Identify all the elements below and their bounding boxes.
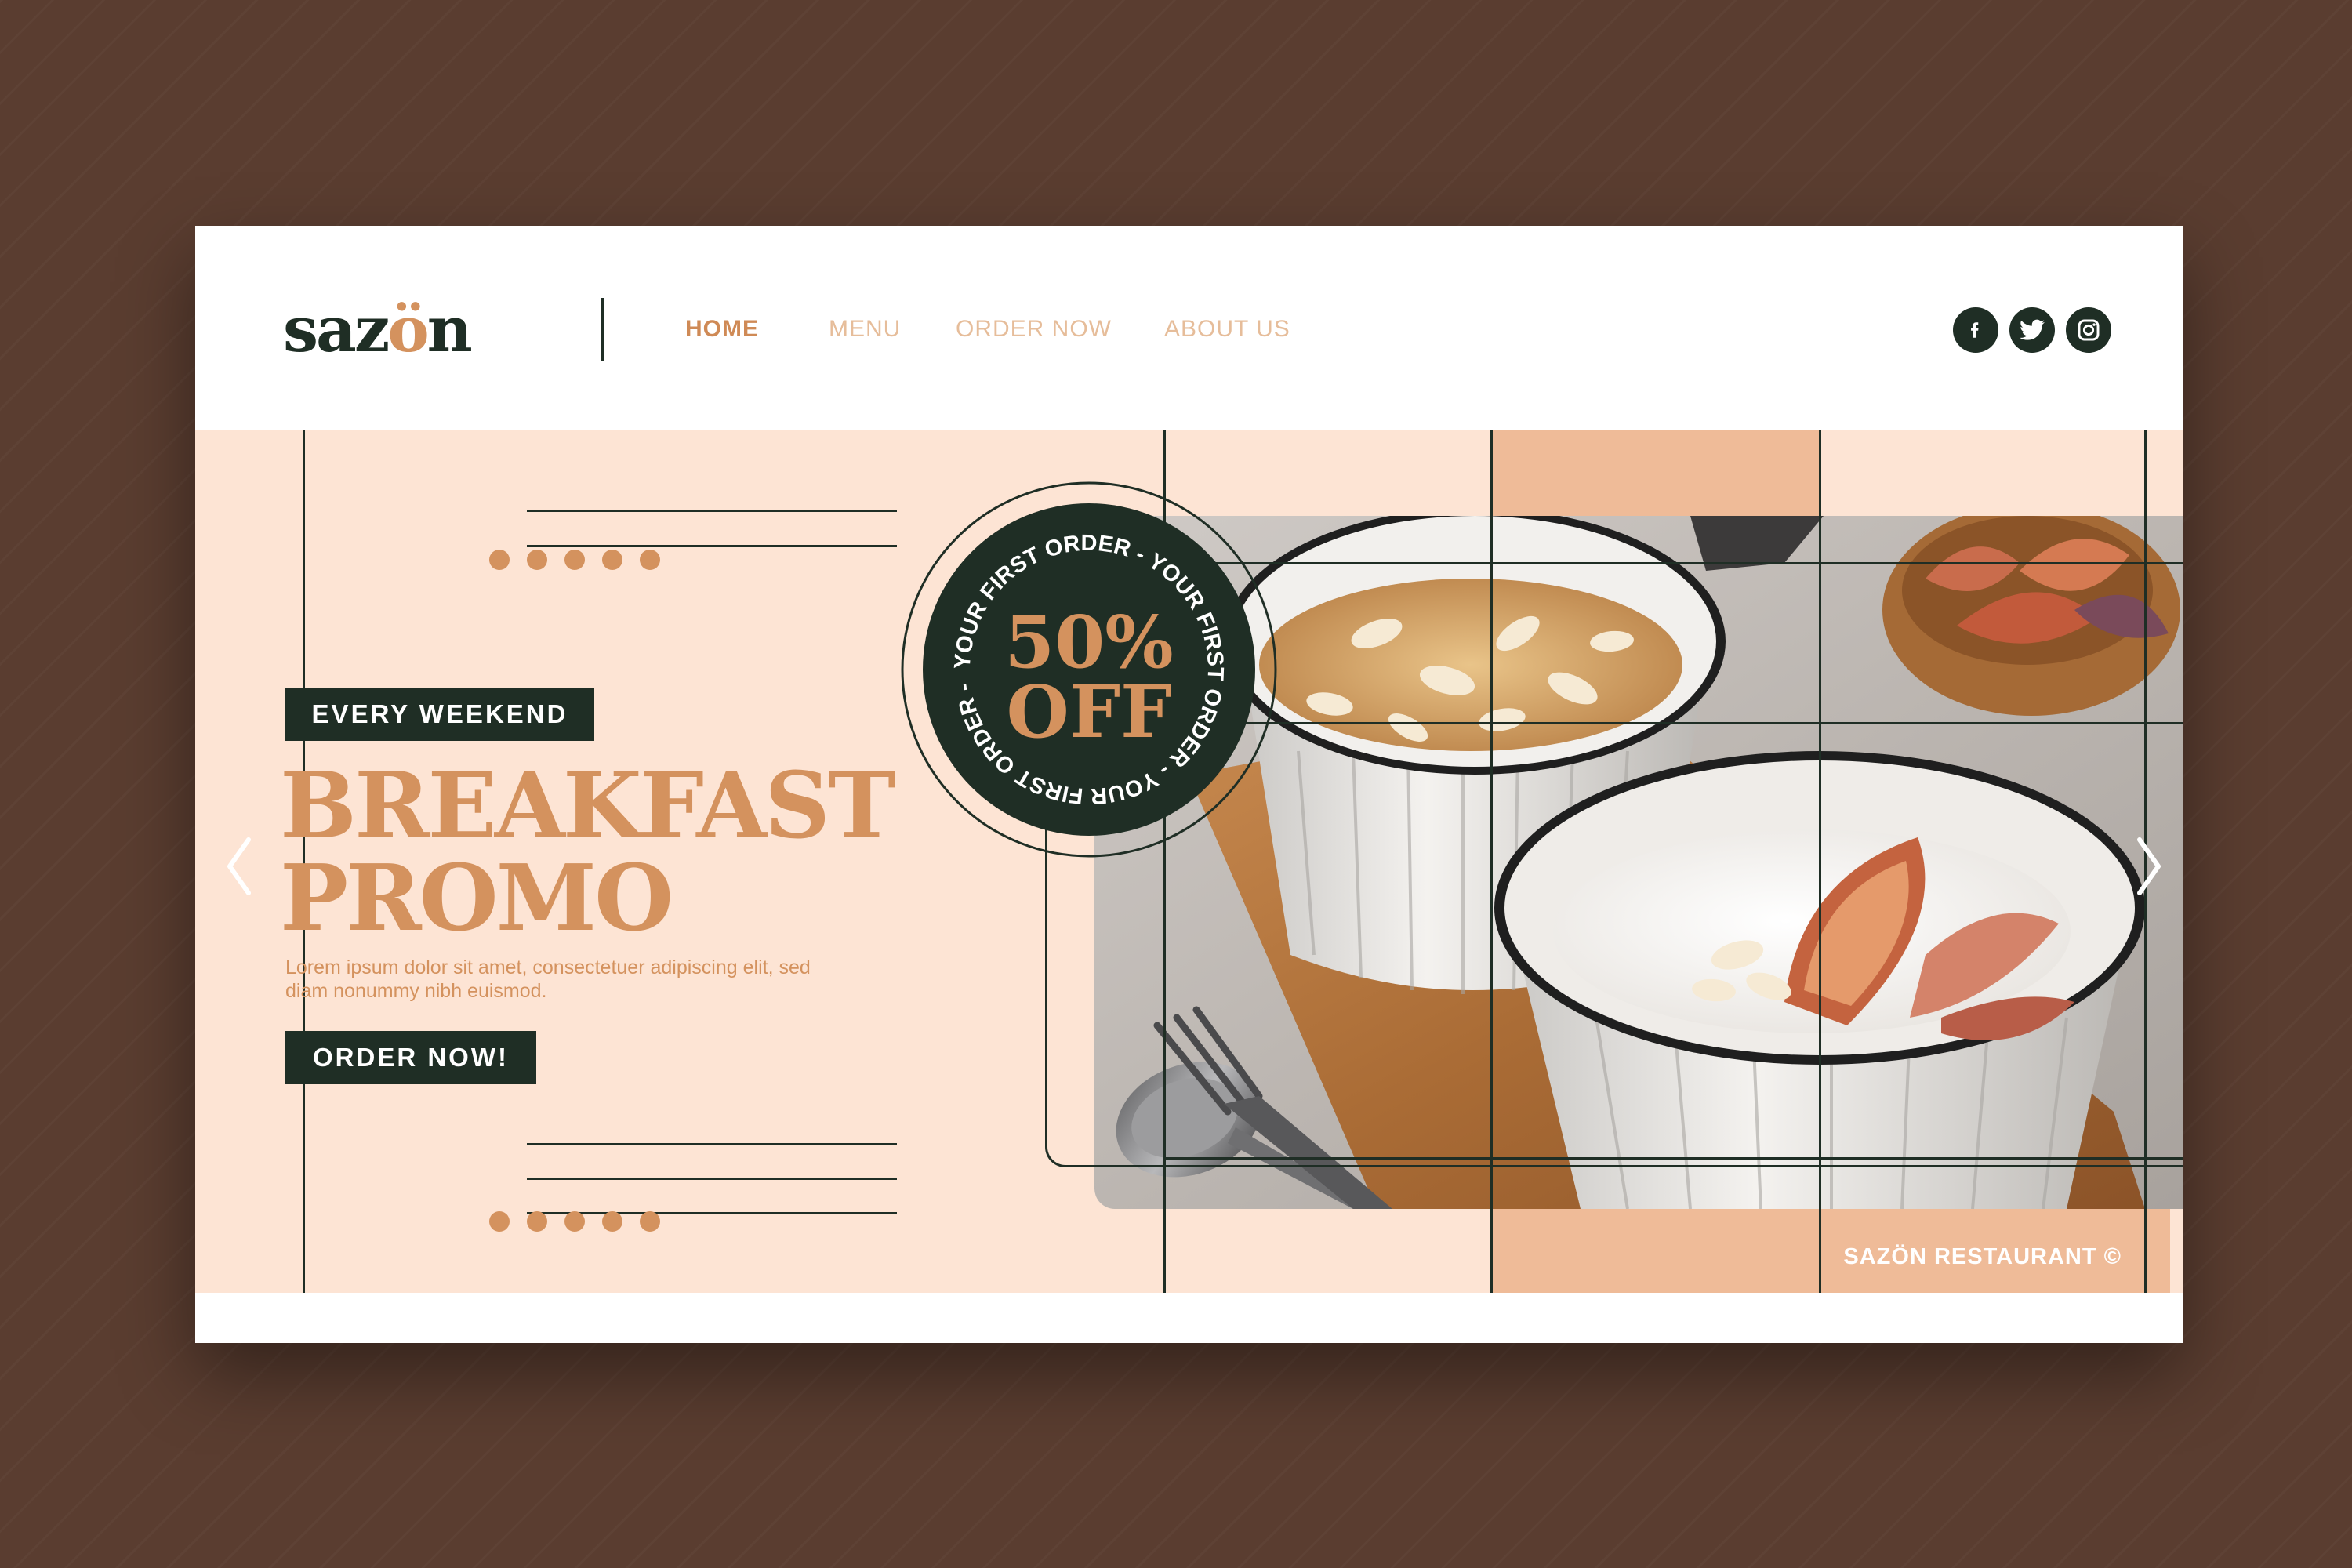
landing-page-card: sazön HOME MENU ORDER NOW ABOUT US EVERY… [195, 226, 2183, 1343]
decor-line [527, 1178, 897, 1180]
logo-divider [601, 298, 604, 361]
nav-menu[interactable]: MENU [829, 316, 901, 343]
nav-about-us[interactable]: ABOUT US [1164, 316, 1290, 343]
promo-headline: BREAKFAST PROMO [280, 753, 895, 952]
chevron-left-icon[interactable] [215, 829, 262, 904]
every-weekend-tag: EVERY WEEKEND [285, 688, 594, 741]
decor-line [527, 510, 897, 512]
promo-description: Lorem ipsum dolor sit amet, consectetuer… [285, 956, 811, 1002]
decor-line [527, 545, 897, 547]
badge-off-label: OFF [1007, 670, 1172, 754]
chevron-right-icon[interactable] [2126, 829, 2173, 904]
nav-order-now[interactable]: ORDER NOW [956, 316, 1112, 343]
decor-dots [489, 550, 660, 570]
order-now-button[interactable]: ORDER NOW! [285, 1031, 536, 1084]
nav-home[interactable]: HOME [685, 316, 759, 343]
grid-line [1163, 562, 2183, 564]
instagram-icon[interactable] [2066, 307, 2111, 353]
twitter-icon[interactable] [2009, 307, 2055, 353]
restaurant-copyright: SAZÖN RESTAURANT © [1843, 1244, 2122, 1269]
brand-logo[interactable]: sazön [283, 290, 473, 368]
decor-block [1490, 430, 1819, 516]
hero-banner: EVERY WEEKEND BREAKFAST PROMO Lorem ipsum… [195, 430, 2183, 1293]
facebook-icon[interactable] [1953, 307, 1998, 353]
discount-badge: YOUR FIRST ORDER - YOUR FIRST ORDER - YO… [901, 481, 1277, 858]
decor-dots [489, 1211, 660, 1232]
decor-line [527, 1143, 897, 1145]
